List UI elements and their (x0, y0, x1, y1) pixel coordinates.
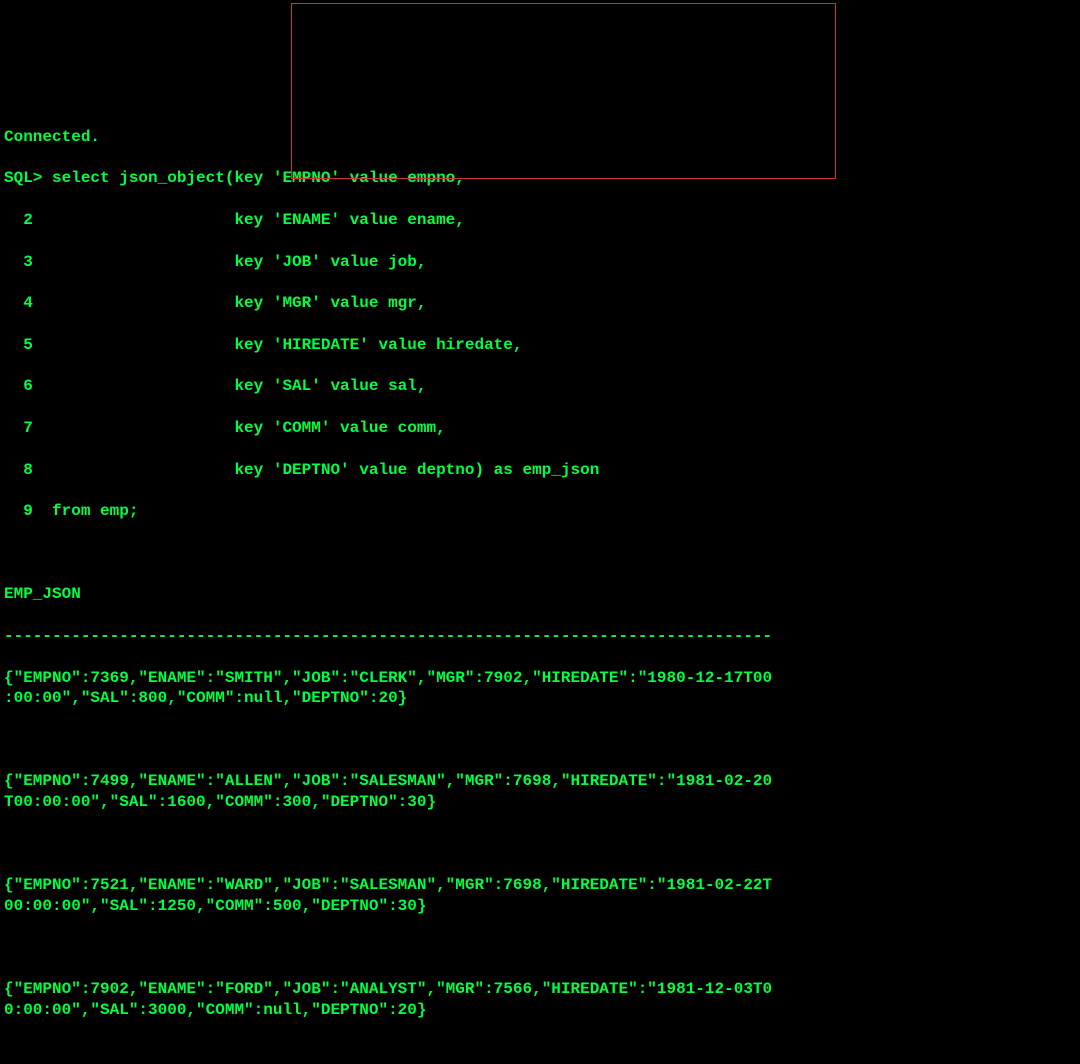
sql-line: 3 key 'JOB' value job, (4, 252, 1076, 273)
sql-line: 4 key 'MGR' value mgr, (4, 293, 1076, 314)
sql-line: SQL> select json_object(key 'EMPNO' valu… (4, 168, 1076, 189)
sql-line: 5 key 'HIREDATE' value hiredate, (4, 335, 1076, 356)
sql-line: 7 key 'COMM' value comm, (4, 418, 1076, 439)
query-highlight-box (291, 3, 836, 179)
blank-line (4, 834, 1076, 855)
connected-line: Connected. (4, 127, 1076, 148)
result-row: {"EMPNO":7499,"ENAME":"ALLEN","JOB":"SAL… (4, 771, 1076, 813)
divider-line: ----------------------------------------… (4, 626, 1076, 647)
sql-line: 9 from emp; (4, 501, 1076, 522)
sql-line: 2 key 'ENAME' value ename, (4, 210, 1076, 231)
sql-line: 8 key 'DEPTNO' value deptno) as emp_json (4, 460, 1076, 481)
result-row: {"EMPNO":7369,"ENAME":"SMITH","JOB":"CLE… (4, 668, 1076, 710)
column-header: EMP_JSON (4, 584, 1076, 605)
sql-line: 6 key 'SAL' value sal, (4, 376, 1076, 397)
result-row: {"EMPNO":7521,"ENAME":"WARD","JOB":"SALE… (4, 875, 1076, 917)
blank-line (4, 938, 1076, 959)
blank-line (4, 543, 1076, 564)
result-row: {"EMPNO":7902,"ENAME":"FORD","JOB":"ANAL… (4, 979, 1076, 1021)
blank-line (4, 730, 1076, 751)
blank-line (4, 1042, 1076, 1063)
